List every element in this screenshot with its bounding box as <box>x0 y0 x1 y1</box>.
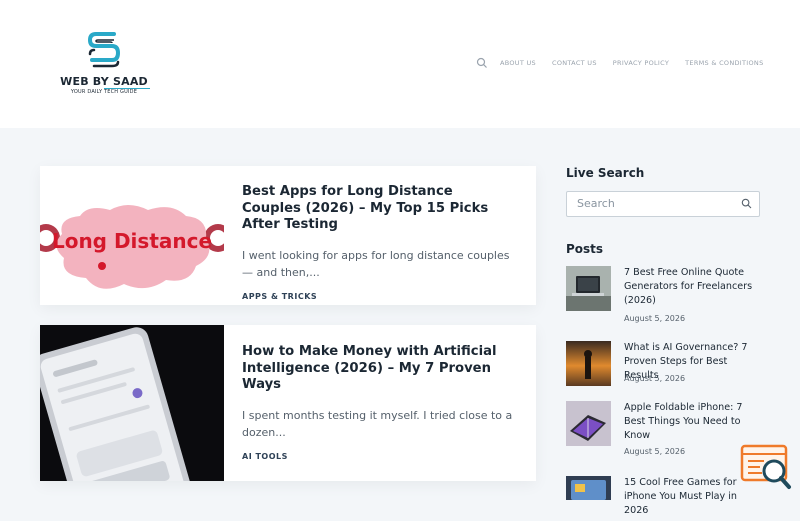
site-name: WEB BY SAAD <box>60 75 148 88</box>
post-title[interactable]: How to Make Money with Artificial Intell… <box>242 344 516 394</box>
post-category[interactable]: APPS & TRICKS <box>242 292 516 301</box>
post-category[interactable]: AI TOOLS <box>242 452 516 461</box>
post-excerpt: I spent months testing it myself. I trie… <box>242 408 513 440</box>
logo-mark-icon <box>87 32 121 68</box>
foldable-phone-image <box>566 401 611 446</box>
nav-about-us[interactable]: ABOUT US <box>500 59 536 67</box>
post-thumbnail[interactable] <box>566 341 611 386</box>
sidebar-post[interactable]: Apple Foldable iPhone: 7 Best Things You… <box>566 401 760 461</box>
post-body: How to Make Money with Artificial Intell… <box>242 344 516 461</box>
image-caption: Long Distance <box>52 229 212 253</box>
nav-terms-conditions[interactable]: TERMS & CONDITIONS <box>685 59 763 67</box>
post-thumbnail[interactable] <box>566 401 611 446</box>
site-logo[interactable]: WEB BY SAAD YOUR DAILY TECH GUIDE <box>58 28 150 100</box>
post-body: Best Apps for Long Distance Couples (202… <box>242 184 516 301</box>
sidebar-post[interactable]: 15 Cool Free Games for iPhone You Must P… <box>566 476 760 516</box>
search-icon[interactable] <box>476 57 488 69</box>
sidebar-post-date: August 5, 2026 <box>624 447 686 456</box>
site-tagline: YOUR DAILY TECH GUIDE <box>70 89 138 95</box>
search-placeholder: Search <box>577 197 615 210</box>
live-search-heading: Live Search <box>566 166 645 180</box>
site-header: WEB BY SAAD YOUR DAILY TECH GUIDE ABOUT … <box>0 0 800 128</box>
post-excerpt: I went looking for apps for long distanc… <box>242 248 510 280</box>
post-thumbnail[interactable] <box>566 476 611 521</box>
long-distance-image: Long Distance <box>40 166 224 305</box>
sidebar-post-date: August 5, 2026 <box>624 314 686 323</box>
phone-image <box>40 325 224 481</box>
sidebar-post[interactable]: 7 Best Free Online Quote Generators for … <box>566 266 760 324</box>
post-thumbnail[interactable] <box>566 266 611 311</box>
search-icon[interactable] <box>741 198 752 209</box>
sidebar-post-date: August 5, 2026 <box>624 374 686 383</box>
post-card[interactable]: How to Make Money with Artificial Intell… <box>40 325 536 481</box>
laptop-desk-image <box>566 266 611 311</box>
games-image <box>566 476 611 500</box>
post-thumbnail[interactable]: Long Distance <box>40 166 224 305</box>
post-thumbnail[interactable] <box>40 325 224 481</box>
posts-heading: Posts <box>566 242 604 256</box>
search-window-icon[interactable] <box>740 443 792 491</box>
main-nav: ABOUT US CONTACT US PRIVACY POLICY TERMS… <box>476 56 764 70</box>
sidebar-post-title[interactable]: Apple Foldable iPhone: 7 Best Things You… <box>624 401 764 442</box>
post-title[interactable]: Best Apps for Long Distance Couples (202… <box>242 184 516 234</box>
post-card[interactable]: Long Distance Best Apps for Long Distanc… <box>40 166 536 305</box>
sunset-figure-image <box>566 341 611 386</box>
sidebar-post-title[interactable]: 7 Best Free Online Quote Generators for … <box>624 266 764 307</box>
sidebar-post[interactable]: What is AI Governance? 7 Proven Steps fo… <box>566 341 760 387</box>
nav-contact-us[interactable]: CONTACT US <box>552 59 597 67</box>
search-input[interactable]: Search <box>566 191 760 217</box>
nav-privacy-policy[interactable]: PRIVACY POLICY <box>613 59 669 67</box>
